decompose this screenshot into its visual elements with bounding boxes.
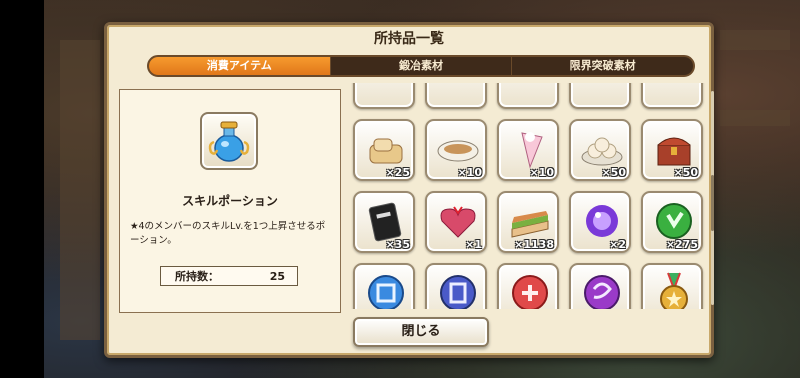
navy-coin-icon: [436, 271, 480, 309]
item-detail-pane: スキルポーション ★4のメンバーのスキルLv.を1つ上昇させるポーション。 所持…: [119, 89, 341, 313]
tab-limit-break-materials[interactable]: 限界突破素材: [511, 57, 693, 75]
owned-value: 25: [269, 269, 285, 283]
crepe-icon: [508, 127, 552, 171]
item-quantity: ×25: [385, 166, 410, 179]
item-name: スキルポーション: [182, 194, 278, 208]
grid-item[interactable]: ×10: [569, 263, 631, 309]
treasure-chest-icon: [652, 127, 696, 171]
scroll-thumb[interactable]: [711, 175, 714, 231]
blue-coin-icon: [364, 271, 408, 309]
heart-gift-box-icon: [436, 199, 480, 243]
grid-item-partial[interactable]: [353, 83, 415, 109]
skill-potion-icon: [200, 112, 258, 170]
bread-icon: [364, 127, 408, 171]
grid-scrollbar[interactable]: [711, 91, 714, 305]
red-coin-icon: [508, 271, 552, 309]
item-quantity: ×1138: [514, 238, 554, 251]
grid-item[interactable]: ×54: [353, 263, 415, 309]
grid-item[interactable]: ×50: [569, 119, 631, 181]
owned-label: 所持数：: [175, 270, 219, 283]
grid-item[interactable]: ×10: [425, 119, 487, 181]
grid-item-partial[interactable]: [569, 83, 631, 109]
grid-item[interactable]: ×25: [353, 119, 415, 181]
tab-bar: 消費アイテム 鍛冶素材 限界突破素材: [147, 55, 695, 77]
owned-count-box: 所持数： 25: [160, 266, 298, 286]
gold-medal-icon: [652, 271, 696, 309]
item-quantity: ×275: [665, 238, 698, 251]
grid-item[interactable]: ×2: [569, 191, 631, 253]
grid-item[interactable]: ×35: [353, 191, 415, 253]
violet-coin-icon: [580, 271, 624, 309]
item-quantity: ×35: [385, 238, 410, 251]
item-grid: ×25×10×10×50×50×35×1×1138×2×275×54×299×1…: [351, 83, 707, 309]
item-quantity: ×50: [601, 166, 626, 179]
item-quantity: ×50: [673, 166, 698, 179]
inventory-dialog: 所持品一覧 消費アイテム 鍛冶素材 限界突破素材 スキルポーション ★4のメンバ…: [104, 22, 714, 358]
purple-orb-icon: [580, 199, 624, 243]
green-coin-icon: [652, 199, 696, 243]
item-quantity: ×2: [609, 238, 626, 251]
grid-item-partial[interactable]: [497, 83, 559, 109]
item-quantity: ×1: [465, 238, 482, 251]
grid-item[interactable]: ×42: [641, 263, 703, 309]
item-quantity: ×10: [457, 166, 482, 179]
grid-item[interactable]: ×275: [641, 191, 703, 253]
screen-inset: [0, 0, 44, 378]
item-description: ★4のメンバーのスキルLv.を1つ上昇させるポーション。: [130, 221, 326, 246]
grid-item[interactable]: ×299: [425, 263, 487, 309]
grid-item[interactable]: ×1138: [497, 191, 559, 253]
grilled-fish-icon: [436, 127, 480, 171]
grid-item[interactable]: ×1: [425, 191, 487, 253]
dumplings-icon: [580, 127, 624, 171]
sandwich-icon: [508, 199, 552, 243]
dialog-title: 所持品一覧: [374, 31, 444, 47]
grid-item[interactable]: ×16408: [497, 263, 559, 309]
close-button[interactable]: 閉じる: [353, 317, 489, 347]
grid-item-partial[interactable]: [641, 83, 703, 109]
tab-consumables[interactable]: 消費アイテム: [149, 57, 330, 75]
grid-item[interactable]: ×50: [641, 119, 703, 181]
tab-smithing-materials[interactable]: 鍛冶素材: [329, 57, 512, 75]
item-quantity: ×10: [529, 166, 554, 179]
grid-item-partial[interactable]: [425, 83, 487, 109]
grid-item[interactable]: ×10: [497, 119, 559, 181]
black-card-icon: [364, 199, 408, 243]
